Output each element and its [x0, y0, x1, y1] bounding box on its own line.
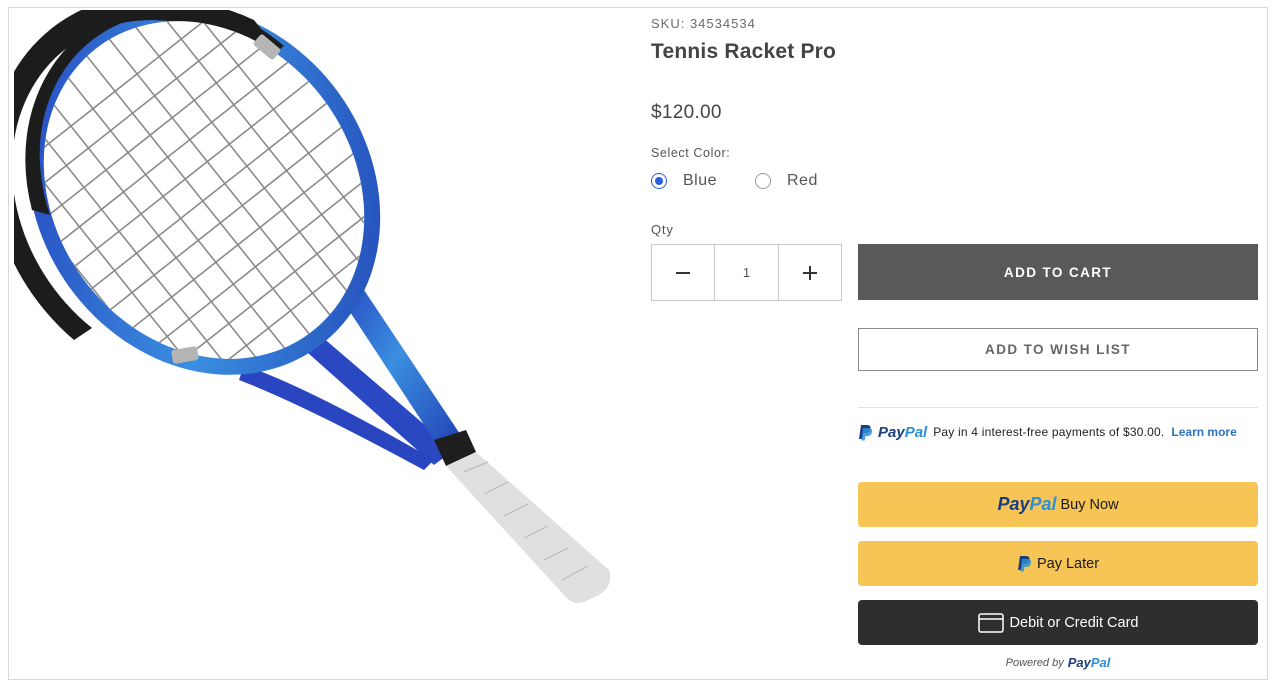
color-option-label: Blue: [683, 172, 718, 189]
buy-now-label: Buy Now: [1060, 496, 1119, 513]
add-to-cart-button[interactable]: ADD TO CART: [858, 244, 1258, 300]
paypal-wordmark: PayPal: [1067, 655, 1111, 670]
paypal-p-icon: [1017, 556, 1032, 572]
product-title: Tennis Racket Pro: [651, 40, 837, 63]
quantity-decrement-button[interactable]: [652, 245, 714, 300]
divider: [858, 407, 1258, 408]
color-option-blue[interactable]: Blue: [651, 172, 717, 190]
product-image: [14, 10, 611, 604]
pay-later-label: Pay Later: [1036, 555, 1100, 572]
paypal-buy-now-button[interactable]: PayPal Buy Now: [858, 482, 1258, 527]
product-price: $120.00: [651, 102, 722, 123]
powered-by-text: Powered by: [1005, 656, 1064, 669]
color-option-red[interactable]: Red: [755, 172, 818, 190]
quantity-increment-button[interactable]: [779, 245, 841, 300]
minus-icon: [676, 271, 690, 274]
color-option-label: Red: [787, 172, 818, 189]
paypal-logo: PayPal: [858, 424, 927, 441]
paypal-wordmark: PayPal: [878, 423, 928, 441]
paypal-pay-in-4-message: PayPal Pay in 4 interest-free payments o…: [858, 421, 1237, 443]
debit-credit-card-label: Debit or Credit Card: [1009, 614, 1139, 631]
paypal-message-text: Pay in 4 interest-free payments of $30.0…: [933, 425, 1165, 439]
quantity-stepper: 1: [651, 244, 842, 301]
quantity-input[interactable]: 1: [714, 245, 779, 300]
powered-by-paypal: Powered by PayPal: [858, 655, 1258, 670]
paypal-wordmark: PayPal: [997, 494, 1057, 514]
radio-selected-icon[interactable]: [651, 173, 667, 189]
paypal-pay-later-button[interactable]: Pay Later: [858, 541, 1258, 586]
select-color-label: Select Color:: [651, 146, 731, 160]
plus-icon: [803, 265, 817, 280]
credit-card-icon: [977, 612, 1004, 633]
radio-unselected-icon[interactable]: [755, 173, 771, 189]
debit-credit-card-button[interactable]: Debit or Credit Card: [858, 600, 1258, 645]
learn-more-link[interactable]: Learn more: [1171, 425, 1236, 439]
quantity-label: Qty: [651, 222, 674, 237]
product-sku: SKU: 34534534: [651, 16, 756, 31]
add-to-wish-list-button[interactable]: ADD TO WISH LIST: [858, 328, 1258, 371]
paypal-p-icon: [859, 424, 873, 440]
